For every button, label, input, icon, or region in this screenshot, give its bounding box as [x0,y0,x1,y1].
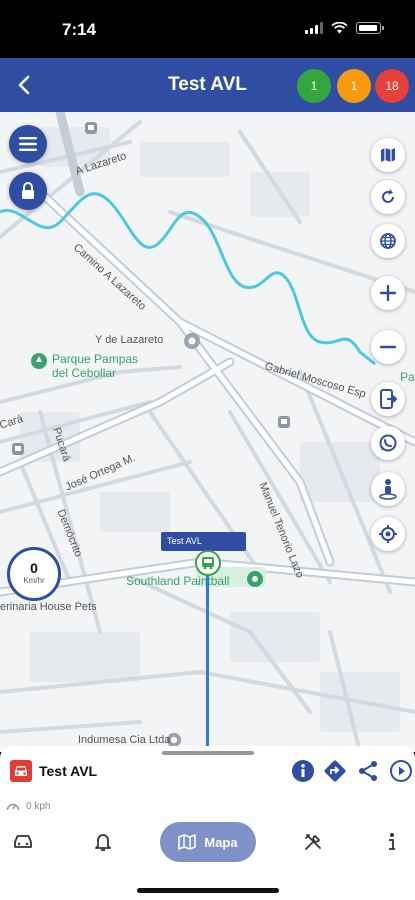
info-button[interactable] [290,758,316,784]
speed-row: 0 kph [6,800,50,812]
battery-icon [356,22,384,34]
tab-map[interactable]: Mapa [160,822,256,862]
tab-tools[interactable] [301,822,325,862]
locate-button[interactable] [371,517,405,551]
street-view-button[interactable] [371,472,405,506]
person-pin-icon [379,479,397,500]
info-icon [292,760,314,782]
vehicle-marker[interactable] [195,550,221,576]
map-label-indumesa: Indumesa Cia Ltda [78,734,171,746]
menu-icon [19,137,37,151]
park-pin-icon [31,353,47,369]
status-badge-red[interactable]: 18 [375,69,409,103]
plus-icon [380,285,396,301]
poi-pin-icon [184,333,200,349]
bell-icon [95,834,111,851]
status-icons [305,22,384,34]
car-outline-icon [14,835,32,848]
tab-vehicles[interactable] [10,822,36,862]
directions-icon [324,760,346,782]
bus-stop-icon [12,443,24,455]
refresh-icon [382,189,394,203]
speed-value: 0 [30,560,38,576]
map-label-parque-2: del Cebollar [52,366,117,380]
menu-button[interactable] [9,125,47,163]
map-label-parque: Parque Pampas [52,352,139,366]
speedometer: 0 Km/hr [7,547,61,601]
minus-icon [380,345,396,349]
status-bar: 7:14 [0,0,415,58]
map-label-y-lazareto: Y de Lazareto [95,334,164,346]
share-device-button[interactable] [371,382,405,416]
gauge-icon [6,803,20,811]
speed-unit: Km/hr [23,576,45,585]
globe-button[interactable] [371,224,405,258]
refresh-button[interactable] [371,180,405,214]
play-circle-icon [390,760,412,782]
status-badge-green[interactable]: 1 [297,69,331,103]
bus-icon [202,557,214,570]
tab-bar: Mapa [0,818,415,866]
park-pin-icon [247,571,263,587]
speed-text: 0 kph [26,800,51,812]
route-line [206,576,209,752]
map-outline-icon [178,834,197,850]
vehicle-row: Test AVL [10,758,415,786]
home-indicator-area [0,870,415,900]
drag-handle[interactable] [162,751,254,755]
home-indicator[interactable] [137,888,279,893]
map-label-veterinaria: erinaria House Pets [0,601,97,613]
wifi-icon [331,22,348,34]
bottom-panel: Test AVL 0 kph Mapa [0,746,415,870]
map-view[interactable]: A Lazareto Camino A Lazareto Y de Lazare… [0,112,415,752]
vehicle-name: Test AVL [39,763,98,779]
status-badge-orange[interactable]: 1 [337,69,371,103]
zoom-in-button[interactable] [371,276,405,310]
phone-exit-icon [380,389,397,409]
app-header: Test AVL 1 1 18 [0,58,415,112]
zoom-out-button[interactable] [371,330,405,364]
map-icon [381,148,395,162]
signal-icon [305,22,323,34]
share-icon [359,761,377,781]
info-small-icon [389,833,395,850]
tab-map-label: Mapa [204,834,238,850]
crosshair-icon [379,525,397,543]
whatsapp-button[interactable] [371,426,405,460]
whatsapp-icon [379,434,397,452]
tools-icon [305,834,321,850]
status-time: 7:14 [62,20,97,39]
car-icon [10,760,32,782]
directions-button[interactable] [322,758,348,784]
play-button[interactable] [388,758,414,784]
tab-alerts[interactable] [92,822,114,862]
bus-stop-icon [278,416,290,428]
map-layers-button[interactable] [371,138,405,172]
globe-icon [380,233,396,249]
share-button[interactable] [355,758,381,784]
lock-button[interactable] [9,172,47,210]
vehicle-tag[interactable]: Test AVL [161,532,246,551]
bus-stop-icon [85,122,97,134]
map-label-pa: Pa [400,370,415,384]
lock-icon [22,182,34,199]
tab-info[interactable] [382,822,402,862]
map-label-southland: Southland Paintball [126,574,230,588]
